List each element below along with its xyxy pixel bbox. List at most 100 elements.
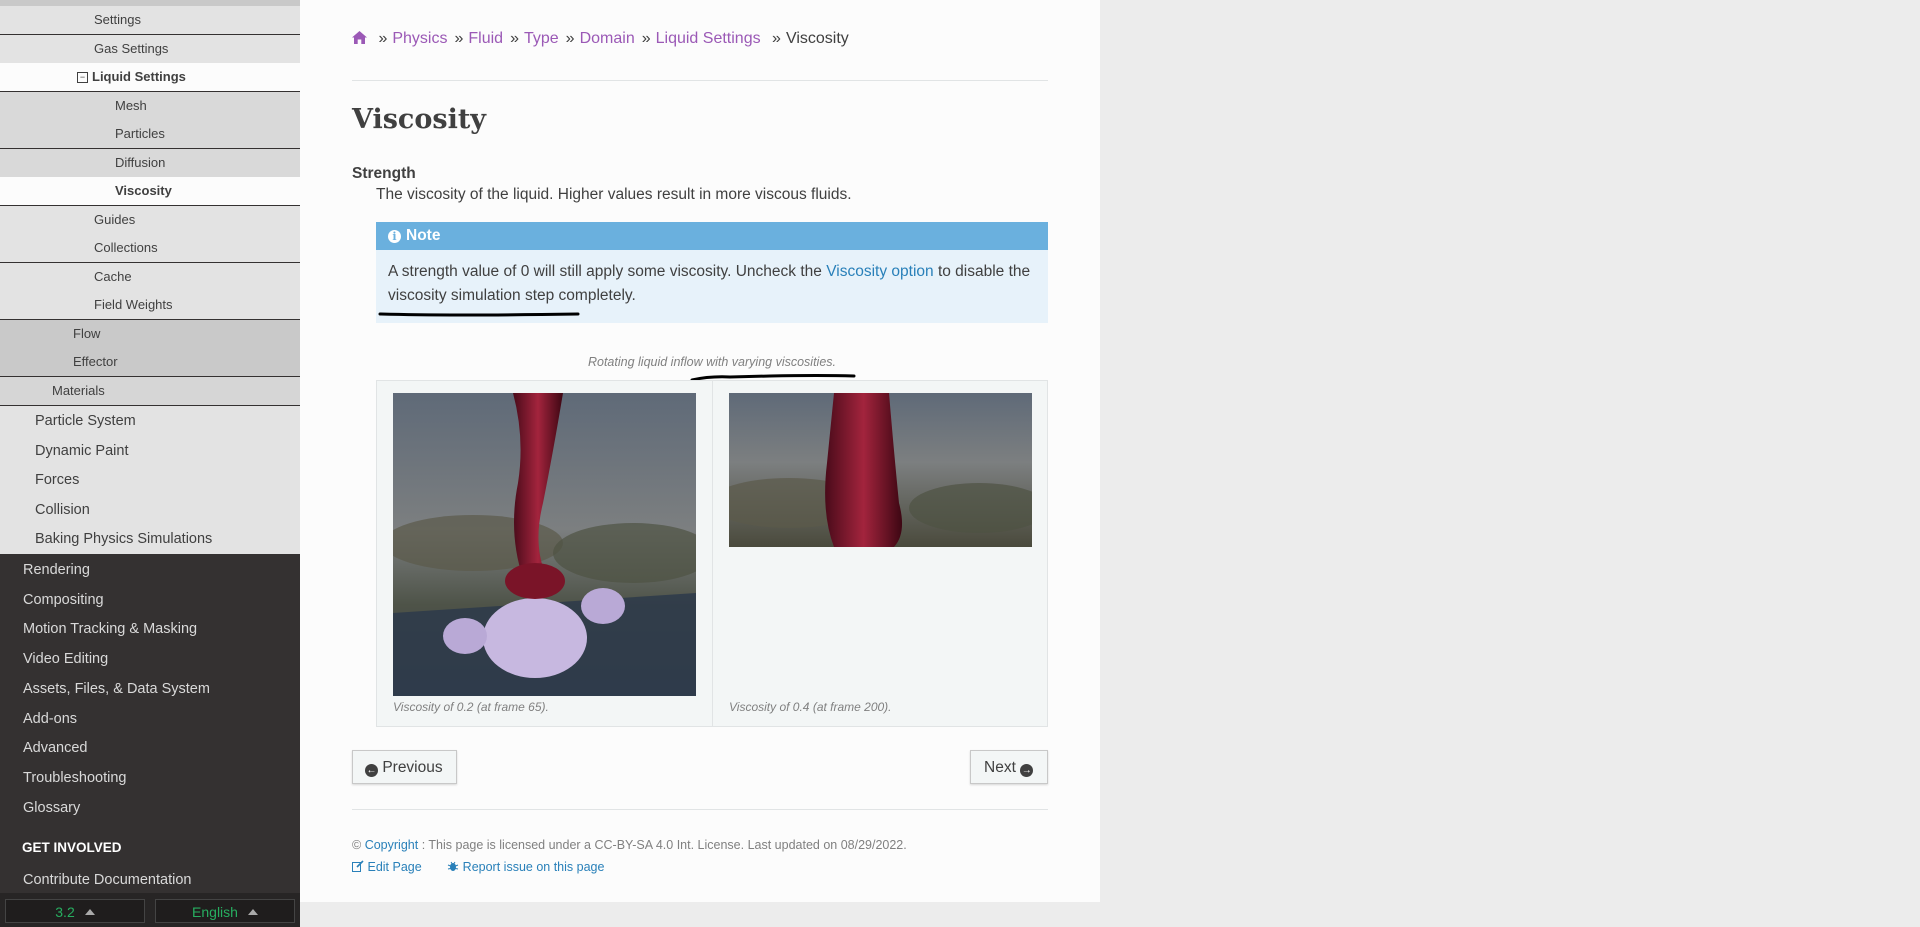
sidebar-item[interactable]: Motion Tracking & Masking [0, 614, 300, 644]
footer-license: © Copyright : This page is licensed unde… [352, 838, 907, 852]
sidebar-item[interactable]: Settings [0, 6, 300, 34]
gallery-item: Viscosity of 0.2 (at frame 65). [377, 381, 713, 726]
sidebar-item-label: Assets, Files, & Data System [23, 680, 210, 697]
sidebar-item[interactable]: Mesh [0, 91, 300, 120]
sidebar-item[interactable]: Collision [0, 494, 300, 525]
next-label: Next [984, 759, 1016, 776]
viscosity-render-image[interactable] [729, 393, 1032, 547]
language-selector[interactable]: English [155, 899, 295, 923]
next-button[interactable]: Next → [970, 750, 1048, 784]
sidebar-item[interactable]: Materials [0, 376, 300, 405]
pen-annotation [378, 312, 580, 317]
sidebar: Settings Gas Settings − Liquid Settings Mesh… [0, 0, 300, 927]
sidebar-item[interactable]: Troubleshooting [0, 763, 300, 793]
sidebar-item[interactable]: Guides [0, 205, 300, 234]
sidebar-item-label: Compositing [23, 591, 104, 608]
page-title: Viscosity [352, 104, 486, 135]
footer-links: Edit Page Report issue on this page [352, 860, 604, 875]
sidebar-item[interactable]: Contribute Documentation [0, 865, 300, 895]
arrow-right-icon: → [1020, 764, 1034, 777]
sidebar-item[interactable]: Particle System [0, 406, 300, 436]
sidebar-item[interactable]: Assets, Files, & Data System [0, 674, 300, 704]
report-issue-label: Report issue on this page [462, 860, 605, 874]
sidebar-item-label: Add-ons [23, 710, 78, 727]
note-body: A strength value of 0 will still apply s… [376, 250, 1048, 308]
sidebar-item[interactable]: Field Weights [0, 291, 300, 319]
sidebar-item-liquid-settings[interactable]: − Liquid Settings [0, 63, 300, 91]
gallery-item: Viscosity of 0.4 (at frame 200). [713, 381, 1047, 726]
sidebar-item[interactable]: Baking Physics Simulations [0, 524, 300, 555]
sidebar-item[interactable]: Effector [0, 348, 300, 376]
sidebar-item[interactable]: Forces [0, 465, 300, 496]
copyright-link[interactable]: Copyright [365, 838, 419, 852]
edit-page-link[interactable]: Edit Page [352, 860, 422, 874]
sidebar-item-label: Glossary [23, 799, 81, 816]
copyright-symbol: © [352, 838, 362, 852]
viscosity-render-image[interactable] [393, 393, 696, 696]
sidebar-item-label: Mesh [115, 97, 147, 113]
breadcrumb-separator: » [510, 30, 519, 47]
viscosity-option-link[interactable]: Viscosity option [826, 263, 933, 280]
breadcrumb-link[interactable]: Liquid Settings [656, 30, 761, 47]
sidebar-item-label: Particles [115, 126, 165, 141]
breadcrumb-link[interactable]: Physics [392, 30, 447, 47]
report-issue-link[interactable]: Report issue on this page [447, 860, 604, 874]
sidebar-item-label: Rendering [23, 562, 90, 578]
divider [352, 809, 1048, 810]
sidebar-item[interactable]: Diffusion [0, 148, 300, 177]
image-caption: Viscosity of 0.2 (at frame 65). [393, 700, 549, 714]
sidebar-item[interactable]: Gas Settings [0, 34, 300, 63]
sidebar-item[interactable]: Dynamic Paint [0, 435, 300, 466]
language-label: English [192, 904, 238, 920]
sidebar-item[interactable]: Rendering [0, 555, 300, 585]
note-title-bar: i Note [376, 222, 1048, 250]
sidebar-item-label: Collision [35, 501, 90, 518]
breadcrumb-separator: » [378, 30, 388, 47]
sidebar-caption: GET INVOLVED [0, 833, 300, 863]
sidebar-item-current[interactable]: Viscosity [0, 177, 300, 205]
sidebar-item[interactable]: Add-ons [0, 704, 300, 734]
sidebar-item-label: Field Weights [94, 297, 173, 312]
sidebar-item-label: Contribute Documentation [23, 872, 192, 888]
sidebar-item-label: Motion Tracking & Masking [23, 621, 198, 638]
sidebar-item[interactable]: Flow [0, 319, 300, 348]
sidebar-item[interactable]: Collections [0, 234, 300, 262]
collapse-icon[interactable]: − [77, 72, 88, 83]
version-label: 3.2 [55, 904, 75, 920]
sidebar-item[interactable]: Advanced [0, 733, 300, 763]
breadcrumb-separator: » [454, 30, 464, 47]
sidebar-item-label: Cache [94, 268, 132, 284]
sidebar-item-label: Viscosity [115, 183, 172, 198]
triangle-up-icon [247, 909, 258, 915]
version-selector[interactable]: 3.2 [5, 899, 145, 923]
home-icon[interactable] [352, 31, 367, 49]
sidebar-item[interactable]: Cache [0, 262, 300, 291]
edit-icon [352, 860, 364, 875]
note-text-before: A strength value of 0 will still apply s… [388, 263, 827, 280]
breadcrumb-link[interactable]: Type [524, 30, 559, 47]
info-icon: i [388, 230, 401, 243]
sidebar-item-label: Baking Physics Simulations [35, 531, 213, 548]
divider [352, 80, 1048, 81]
breadcrumb-link[interactable]: Domain [580, 30, 635, 47]
sidebar-item[interactable]: Glossary [0, 793, 300, 823]
breadcrumb-link[interactable]: Fluid [468, 30, 503, 47]
arrow-left-icon: ← [365, 764, 378, 777]
sidebar-item-label: Gas Settings [94, 40, 169, 56]
sidebar-item-label: Particle System [35, 413, 136, 429]
sidebar-item-label: Materials [52, 382, 105, 398]
image-gallery: Viscosity of 0.2 (at frame 65). Viscosit… [376, 380, 1048, 727]
sidebar-item-label: Guides [94, 211, 136, 227]
sidebar-item-label: Advanced [23, 740, 88, 757]
sidebar-item[interactable]: Compositing [0, 585, 300, 615]
sidebar-item[interactable]: Particles [0, 120, 300, 148]
definition-text: The viscosity of the liquid. Higher valu… [376, 186, 852, 203]
note-title: Note [406, 227, 441, 244]
sidebar-item-label: GET INVOLVED [22, 840, 122, 855]
previous-button[interactable]: ← Previous [352, 750, 457, 784]
license-text: : This page is licensed under a CC-BY-SA… [421, 838, 907, 852]
sidebar-item[interactable]: Video Editing [0, 644, 300, 674]
sidebar-item-label: Dynamic Paint [35, 442, 129, 459]
sidebar-item-label: Diffusion [115, 154, 166, 170]
sidebar-item-label: Effector [73, 354, 118, 369]
